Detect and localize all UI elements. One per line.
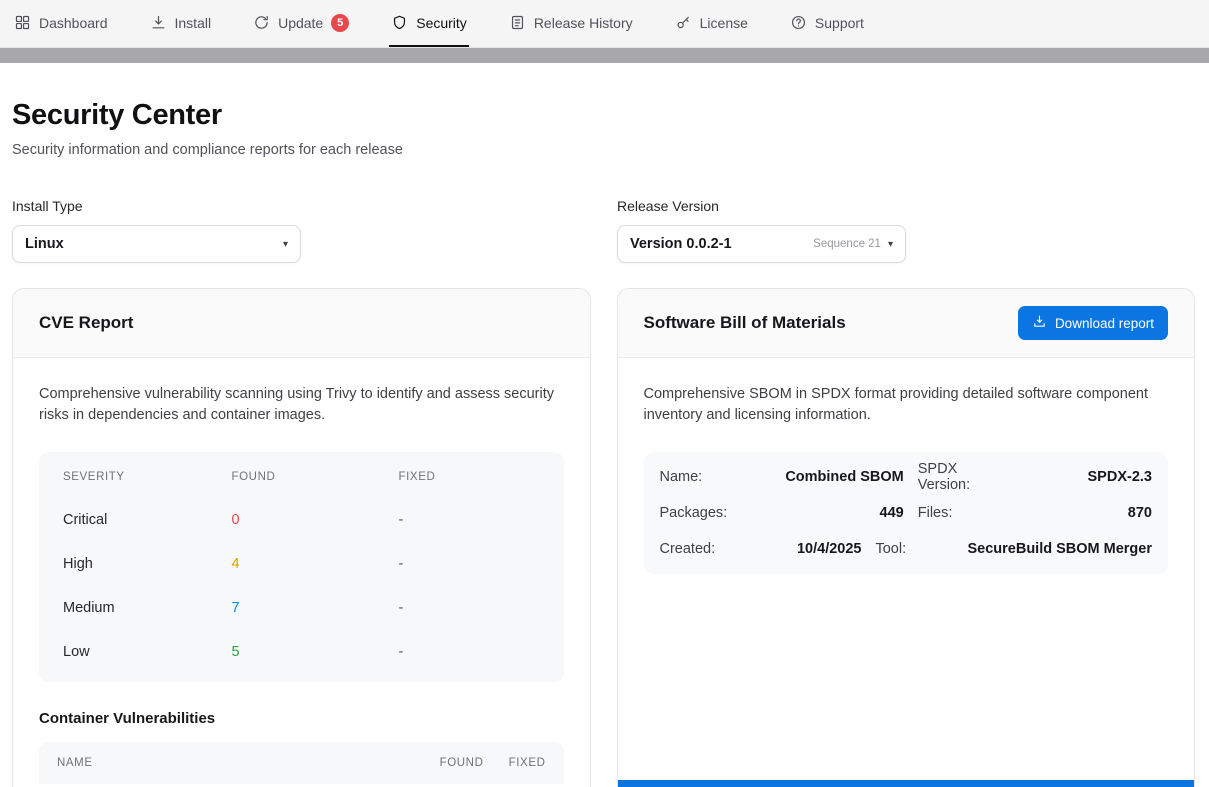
sequence-label: Sequence 21 — [813, 238, 881, 250]
install-type-filter: Install Type Linux ▾ — [12, 198, 617, 263]
nav-label: Support — [815, 15, 864, 31]
info-row: Name: Combined SBOM SPDX Version: SPDX-2… — [660, 459, 1153, 495]
update-icon — [253, 14, 270, 31]
nav-install[interactable]: Install — [148, 0, 214, 47]
install-type-select[interactable]: Linux ▾ — [12, 225, 301, 263]
release-version-filter: Release Version Version 0.0.2-1 Sequence… — [617, 198, 906, 263]
table-row: High 4 - — [39, 542, 564, 586]
col-fixed: FIXED — [484, 757, 546, 769]
nav-label: Security — [416, 15, 467, 31]
install-type-label: Install Type — [12, 198, 617, 214]
divider-band — [0, 48, 1209, 63]
col-severity: SEVERITY — [63, 471, 232, 483]
severity-table-header: SEVERITY FOUND FIXED — [39, 456, 564, 498]
found-count: 4 — [232, 556, 399, 572]
sbom-info-grid: Name: Combined SBOM SPDX Version: SPDX-2… — [644, 452, 1169, 574]
release-version-label: Release Version — [617, 198, 906, 214]
chevron-down-icon: ▾ — [888, 239, 893, 250]
col-found: FOUND — [398, 757, 484, 769]
nav-release-history[interactable]: Release History — [507, 0, 635, 47]
found-count: 5 — [232, 644, 399, 660]
table-row: Low 5 - — [39, 630, 564, 674]
severity-table: SEVERITY FOUND FIXED Critical 0 - High 4… — [39, 452, 564, 682]
nav-security[interactable]: Security — [389, 0, 469, 47]
nav-support[interactable]: Support — [788, 0, 866, 47]
chevron-down-icon: ▾ — [283, 239, 288, 250]
nav-label: Update — [278, 15, 323, 31]
nav-license[interactable]: License — [673, 0, 750, 47]
nav-label: Install — [175, 15, 212, 31]
security-shield-icon — [391, 14, 408, 31]
security-center-page: Security Center Security information and… — [0, 99, 1209, 787]
nav-label: License — [700, 15, 748, 31]
nav-update[interactable]: Update 5 — [251, 0, 351, 47]
info-row: Created: 10/4/2025 Tool: SecureBuild SBO… — [660, 531, 1153, 567]
page-title: Security Center — [12, 99, 1195, 132]
nav-label: Release History — [534, 15, 633, 31]
col-fixed: FIXED — [399, 471, 540, 483]
dashboard-icon — [14, 14, 31, 31]
table-row: Critical 0 - — [39, 498, 564, 542]
cve-report-card: CVE Report Comprehensive vulnerability s… — [12, 288, 591, 787]
col-found: FOUND — [232, 471, 399, 483]
install-icon — [150, 14, 167, 31]
release-version-value: Version 0.0.2-1 — [630, 236, 732, 252]
table-row: Medium 7 - — [39, 586, 564, 630]
release-history-icon — [509, 14, 526, 31]
col-name: NAME — [57, 757, 398, 769]
cve-report-description: Comprehensive vulnerability scanning usi… — [39, 384, 564, 426]
download-report-button[interactable]: Download report — [1018, 306, 1168, 340]
filters-row: Install Type Linux ▾ Release Version Ver… — [12, 198, 1195, 263]
top-nav: Dashboard Install Update 5 Security Rele… — [0, 0, 1209, 48]
download-icon — [1032, 314, 1047, 332]
nav-label: Dashboard — [39, 15, 108, 31]
sbom-description: Comprehensive SBOM in SPDX format provid… — [644, 384, 1169, 426]
container-vulnerabilities-title: Container Vulnerabilities — [39, 710, 564, 727]
sbom-header: Software Bill of Materials Download repo… — [618, 289, 1195, 358]
install-type-value: Linux — [25, 236, 64, 252]
cve-report-header: CVE Report — [13, 289, 590, 358]
cve-report-title: CVE Report — [39, 313, 133, 333]
sbom-title: Software Bill of Materials — [644, 313, 846, 333]
nav-dashboard[interactable]: Dashboard — [12, 0, 110, 47]
sbom-card: Software Bill of Materials Download repo… — [617, 288, 1196, 787]
sbom-footer-bar[interactable] — [618, 780, 1195, 787]
support-help-icon — [790, 14, 807, 31]
found-count: 7 — [232, 600, 399, 616]
found-count: 0 — [232, 512, 399, 528]
page-subtitle: Security information and compliance repo… — [12, 142, 1195, 158]
license-key-icon — [675, 14, 692, 31]
update-count-badge: 5 — [331, 14, 349, 32]
container-table-header: NAME FOUND FIXED — [39, 742, 564, 784]
info-row: Packages: 449 Files: 870 — [660, 495, 1153, 531]
release-version-select[interactable]: Version 0.0.2-1 Sequence 21 ▾ — [617, 225, 906, 263]
